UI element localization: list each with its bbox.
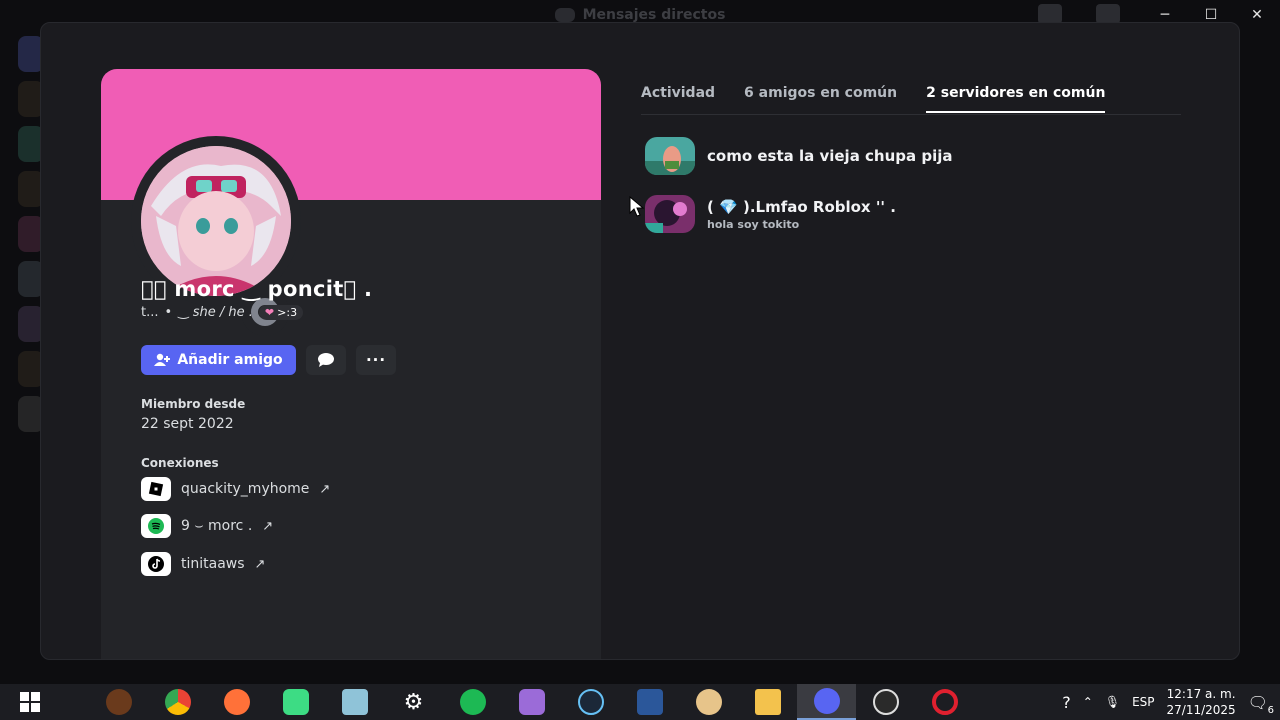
pronouns: ‿ she / he . bbox=[178, 305, 253, 320]
profile-card:    morc ‿ poncit  . t... • ‿ she / he . … bbox=[101, 69, 601, 659]
profile-tabs: Actividad 6 amigos en común 2 servidores… bbox=[641, 85, 1106, 113]
file-explorer-icon[interactable] bbox=[738, 684, 797, 720]
freddy-app-icon[interactable] bbox=[89, 684, 148, 720]
window-title: Mensajes directos bbox=[554, 7, 726, 23]
separator-dot: • bbox=[164, 305, 173, 320]
server-name: como esta la vieja chupa pija bbox=[707, 147, 953, 165]
add-user-icon bbox=[154, 353, 171, 366]
spotify-icon bbox=[141, 514, 171, 538]
message-button[interactable] bbox=[306, 345, 346, 375]
microphone-icon[interactable]: 🎙 bbox=[1105, 695, 1120, 709]
external-link-icon: ↗ bbox=[319, 481, 331, 497]
tab-activity[interactable]: Actividad bbox=[641, 85, 715, 113]
clock[interactable]: 12:17 a. m. 27/11/2025 bbox=[1167, 686, 1236, 718]
chevron-up-icon[interactable]: ⌃ bbox=[1083, 695, 1093, 709]
avatar-wrapper bbox=[131, 136, 301, 336]
connection-spotify[interactable]: 9 ⌣ morc . ↗ bbox=[141, 514, 273, 538]
server-nickname: hola soy tokito bbox=[707, 217, 800, 231]
connection-roblox[interactable]: quackity_myhome ↗ bbox=[141, 477, 330, 501]
more-dots-icon: ··· bbox=[365, 351, 387, 369]
heart-icon: ❤ bbox=[264, 306, 275, 319]
user-profile-modal:    morc ‿ poncit  . t... • ‿ she / he . … bbox=[40, 22, 1240, 660]
notification-center-icon[interactable]: 🗨 6 bbox=[1248, 693, 1274, 716]
discord-icon bbox=[554, 8, 575, 22]
add-friend-button[interactable]: Añadir amigo bbox=[141, 345, 296, 375]
tab-mutual-friends[interactable]: 6 amigos en común bbox=[744, 85, 897, 113]
steam-icon[interactable] bbox=[561, 684, 620, 720]
close-button[interactable]: ✕ bbox=[1234, 0, 1280, 30]
feather-app-icon[interactable] bbox=[502, 684, 561, 720]
chat-bubble-icon bbox=[318, 353, 334, 367]
connection-name: 9 ⌣ morc . bbox=[181, 518, 253, 534]
connection-name: quackity_myhome bbox=[181, 481, 310, 497]
windows-icon bbox=[19, 692, 40, 712]
firefox-icon[interactable] bbox=[207, 684, 266, 720]
notification-count: 6 bbox=[1267, 704, 1274, 716]
clock-date: 27/11/2025 bbox=[1166, 703, 1236, 717]
external-link-icon: ↗ bbox=[254, 556, 266, 572]
roblox-icon bbox=[141, 477, 171, 501]
profile-actions: Añadir amigo ··· bbox=[141, 345, 396, 375]
member-since-label: Miembro desde bbox=[141, 397, 246, 411]
more-options-button[interactable]: ··· bbox=[356, 345, 396, 375]
tiktok-icon bbox=[141, 552, 171, 576]
spotify-icon[interactable] bbox=[443, 684, 502, 720]
connection-name: tinitaaws bbox=[181, 556, 245, 572]
chat-app-icon[interactable] bbox=[266, 684, 325, 720]
server-icon bbox=[645, 137, 695, 175]
connections-label: Conexiones bbox=[141, 456, 219, 470]
connection-tiktok[interactable]: tinitaaws ↗ bbox=[141, 552, 265, 576]
start-button[interactable] bbox=[0, 684, 59, 720]
avatar-image bbox=[141, 146, 291, 296]
member-since-value: 22 sept 2022 bbox=[141, 416, 234, 432]
mouse-cursor-icon bbox=[629, 196, 645, 217]
chrome-icon[interactable] bbox=[148, 684, 207, 720]
external-link-icon: ↗ bbox=[262, 518, 274, 534]
custom-badge[interactable]: ❤ >:3 bbox=[258, 305, 304, 320]
profile-subline: t... • ‿ she / he . ❤ >:3 bbox=[141, 305, 304, 320]
display-name:    morc ‿ poncit  . bbox=[141, 277, 373, 301]
help-icon[interactable] bbox=[1096, 4, 1120, 24]
word-icon[interactable] bbox=[620, 684, 679, 720]
settings-icon[interactable]: ⚙ bbox=[384, 684, 443, 720]
system-tray: ? ⌃ 🎙 ESP 12:17 a. m. 27/11/2025 🗨 6 bbox=[1062, 684, 1280, 720]
mutual-server-item[interactable]: como esta la vieja chupa pija bbox=[645, 137, 953, 175]
notes-app-icon[interactable] bbox=[325, 684, 384, 720]
username: t... bbox=[141, 305, 159, 320]
clock-time: 12:17 a. m. bbox=[1166, 687, 1236, 701]
tabs-divider bbox=[641, 114, 1181, 115]
tab-mutual-servers[interactable]: 2 servidores en común bbox=[926, 85, 1106, 113]
opera-icon[interactable] bbox=[915, 684, 974, 720]
badge-text: >:3 bbox=[277, 306, 298, 319]
server-name: ( 💎 ).Lmfao Roblox '' . bbox=[707, 197, 896, 216]
taskbar: ⚙ ? ⌃ 🎙 ESP 12:17 a. m. 27/11/2025 🗨 6 bbox=[0, 684, 1280, 720]
input-language[interactable]: ESP bbox=[1132, 695, 1154, 709]
mutual-server-item[interactable]: ( 💎 ).Lmfao Roblox '' . hola soy tokito bbox=[645, 195, 896, 233]
discord-taskbar-icon[interactable] bbox=[797, 684, 856, 720]
paint-icon[interactable] bbox=[679, 684, 738, 720]
window-title-text: Mensajes directos bbox=[582, 7, 726, 23]
add-friend-label: Añadir amigo bbox=[177, 352, 283, 368]
inbox-icon[interactable] bbox=[1038, 4, 1062, 24]
help-tray-icon[interactable]: ? bbox=[1062, 693, 1071, 712]
obs-icon[interactable] bbox=[856, 684, 915, 720]
server-icon bbox=[645, 195, 695, 233]
